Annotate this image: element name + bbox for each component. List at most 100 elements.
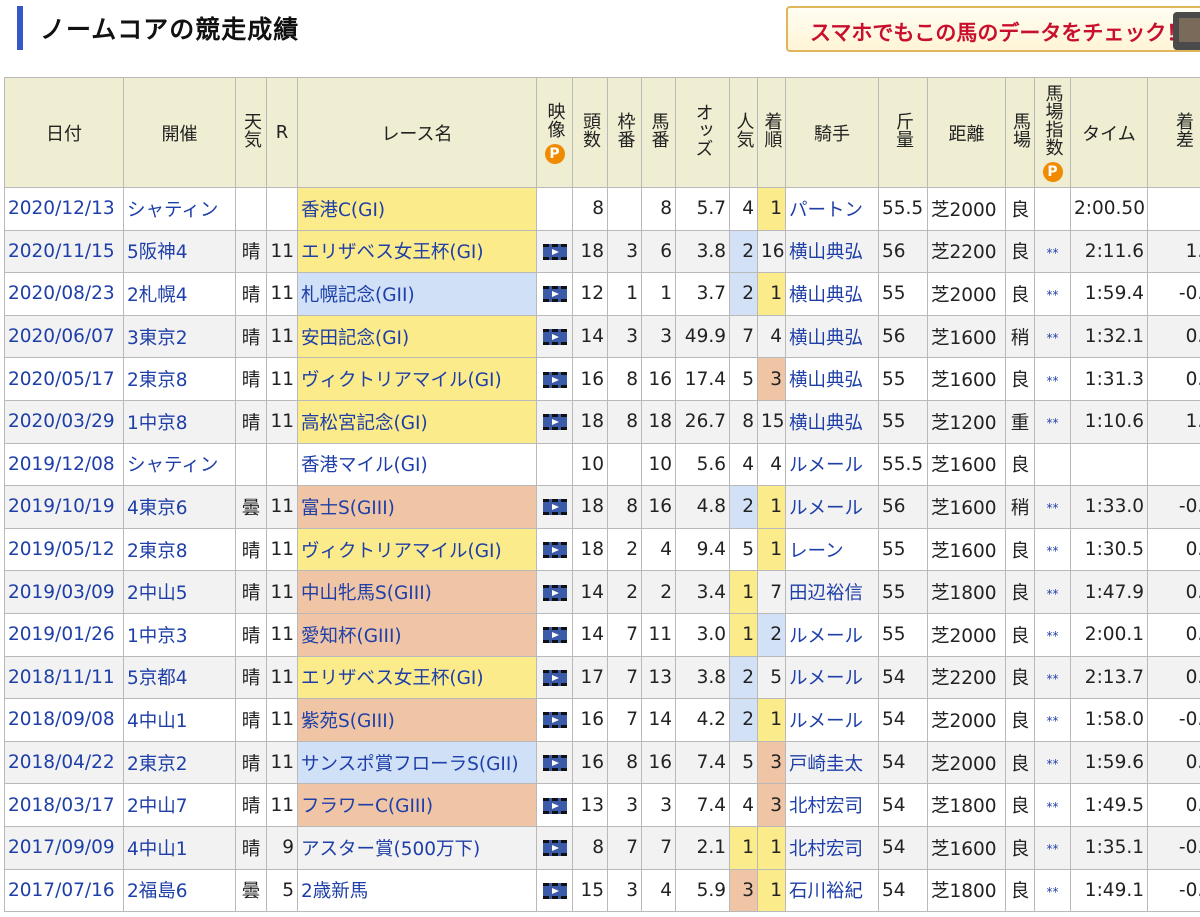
- header-date[interactable]: 日付: [4, 77, 124, 188]
- header-round[interactable]: R: [266, 77, 298, 188]
- venue-link[interactable]: 3東京2: [127, 328, 188, 349]
- video-icon[interactable]: [542, 286, 567, 303]
- venue-link[interactable]: 2中山7: [127, 796, 188, 817]
- jockey-link[interactable]: ルメール: [789, 668, 863, 689]
- race-name-link[interactable]: ヴィクトリアマイル(GI): [301, 370, 502, 391]
- date-link[interactable]: 2017/07/16: [8, 880, 115, 901]
- race-name-link[interactable]: 香港マイル(GI): [301, 455, 428, 476]
- header-distance[interactable]: 距離: [927, 77, 1006, 188]
- date-link[interactable]: 2020/12/13: [8, 198, 115, 219]
- jockey-link[interactable]: ルメール: [789, 498, 863, 519]
- video-icon[interactable]: [542, 542, 567, 559]
- video-icon[interactable]: [542, 414, 567, 431]
- date-link[interactable]: 2020/05/17: [8, 369, 115, 390]
- track-index-link[interactable]: **: [1047, 416, 1059, 430]
- header-venue[interactable]: 開催: [123, 77, 236, 188]
- race-name-link[interactable]: 富士S(GIII): [301, 498, 395, 519]
- video-icon[interactable]: [542, 669, 567, 686]
- date-link[interactable]: 2020/11/15: [8, 241, 115, 262]
- track-index-link[interactable]: **: [1047, 331, 1059, 345]
- track-index-link[interactable]: **: [1047, 587, 1059, 601]
- race-name-link[interactable]: エリザベス女王杯(GI): [301, 668, 484, 689]
- header-runners[interactable]: 頭数: [572, 77, 608, 188]
- date-link[interactable]: 2018/09/08: [8, 709, 115, 730]
- video-icon[interactable]: [542, 371, 567, 388]
- jockey-link[interactable]: パートン: [789, 200, 863, 221]
- smartphone-promo-banner[interactable]: スマホでもこの馬のデータをチェック！: [786, 6, 1200, 52]
- header-weather[interactable]: 天気: [235, 77, 267, 188]
- track-index-link[interactable]: **: [1047, 246, 1059, 260]
- race-name-link[interactable]: ヴィクトリアマイル(GI): [301, 541, 502, 562]
- header-going[interactable]: 馬場: [1005, 77, 1035, 188]
- promo-text[interactable]: スマホでもこの馬のデータをチェック！: [810, 17, 1187, 47]
- header-time[interactable]: タイム: [1070, 77, 1148, 188]
- track-index-link[interactable]: **: [1047, 544, 1059, 558]
- jockey-link[interactable]: 北村宏司: [789, 796, 863, 817]
- venue-link[interactable]: 1中京3: [127, 626, 188, 647]
- header-finish[interactable]: 着順: [757, 77, 786, 188]
- venue-link[interactable]: 2東京8: [127, 370, 188, 391]
- track-index-link[interactable]: **: [1047, 885, 1059, 899]
- race-name-link[interactable]: 安田記念(GI): [301, 328, 409, 349]
- header-popularity[interactable]: 人気: [729, 77, 758, 188]
- venue-link[interactable]: シャティン: [127, 200, 218, 221]
- race-name-link[interactable]: 紫苑S(GIII): [301, 711, 395, 732]
- header-margin[interactable]: 着差: [1147, 77, 1200, 188]
- jockey-link[interactable]: 横山典弘: [789, 242, 863, 263]
- race-name-link[interactable]: 香港C(GI): [301, 200, 385, 221]
- header-video[interactable]: 映像 P: [536, 77, 573, 188]
- date-link[interactable]: 2018/11/11: [8, 667, 115, 688]
- date-link[interactable]: 2020/08/23: [8, 283, 115, 304]
- race-name-link[interactable]: 2歳新馬: [301, 881, 368, 902]
- date-link[interactable]: 2018/04/22: [8, 752, 115, 773]
- venue-link[interactable]: 2東京8: [127, 541, 188, 562]
- jockey-link[interactable]: 石川裕紀: [789, 881, 863, 902]
- race-name-link[interactable]: 愛知杯(GIII): [301, 626, 402, 647]
- track-index-link[interactable]: **: [1047, 374, 1059, 388]
- track-index-link[interactable]: **: [1047, 501, 1059, 515]
- header-frame[interactable]: 枠番: [607, 77, 642, 188]
- date-link[interactable]: 2020/03/29: [8, 411, 115, 432]
- venue-link[interactable]: 1中京8: [127, 413, 188, 434]
- date-link[interactable]: 2017/09/09: [8, 837, 115, 858]
- date-link[interactable]: 2019/10/19: [8, 496, 115, 517]
- race-name-link[interactable]: 札幌記念(GII): [301, 285, 415, 306]
- jockey-link[interactable]: 横山典弘: [789, 328, 863, 349]
- race-name-link[interactable]: 高松宮記念(GI): [301, 413, 428, 434]
- video-icon[interactable]: [542, 797, 567, 814]
- jockey-link[interactable]: ルメール: [789, 711, 863, 732]
- venue-link[interactable]: シャティン: [127, 455, 218, 476]
- track-index-link[interactable]: **: [1047, 672, 1059, 686]
- jockey-link[interactable]: 横山典弘: [789, 413, 863, 434]
- venue-link[interactable]: 2札幌4: [127, 285, 188, 306]
- track-index-link[interactable]: **: [1047, 288, 1059, 302]
- venue-link[interactable]: 2東京2: [127, 754, 188, 775]
- video-icon[interactable]: [542, 712, 567, 729]
- header-race[interactable]: レース名: [297, 77, 537, 188]
- venue-link[interactable]: 5阪神4: [127, 242, 188, 263]
- race-name-link[interactable]: エリザベス女王杯(GI): [301, 242, 484, 263]
- video-icon[interactable]: [542, 840, 567, 857]
- venue-link[interactable]: 4中山1: [127, 711, 188, 732]
- race-name-link[interactable]: 中山牝馬S(GIII): [301, 583, 432, 604]
- race-name-link[interactable]: アスター賞(500万下): [301, 839, 480, 860]
- header-track-index[interactable]: 馬場指数 P: [1034, 77, 1071, 188]
- video-icon[interactable]: [542, 755, 567, 772]
- venue-link[interactable]: 4東京6: [127, 498, 188, 519]
- track-index-link[interactable]: **: [1047, 757, 1059, 771]
- video-icon[interactable]: [542, 882, 567, 899]
- venue-link[interactable]: 5京都4: [127, 668, 188, 689]
- date-link[interactable]: 2020/06/07: [8, 326, 115, 347]
- date-link[interactable]: 2019/03/09: [8, 582, 115, 603]
- video-icon[interactable]: [542, 584, 567, 601]
- track-index-link[interactable]: **: [1047, 842, 1059, 856]
- jockey-link[interactable]: ルメール: [789, 626, 863, 647]
- video-icon[interactable]: [542, 329, 567, 346]
- date-link[interactable]: 2018/03/17: [8, 795, 115, 816]
- venue-link[interactable]: 2中山5: [127, 583, 188, 604]
- jockey-link[interactable]: 戸崎圭太: [789, 754, 863, 775]
- header-horse-no[interactable]: 馬番: [641, 77, 676, 188]
- race-name-link[interactable]: サンスポ賞フローラS(GII): [301, 754, 519, 775]
- venue-link[interactable]: 4中山1: [127, 839, 188, 860]
- track-index-link[interactable]: **: [1047, 714, 1059, 728]
